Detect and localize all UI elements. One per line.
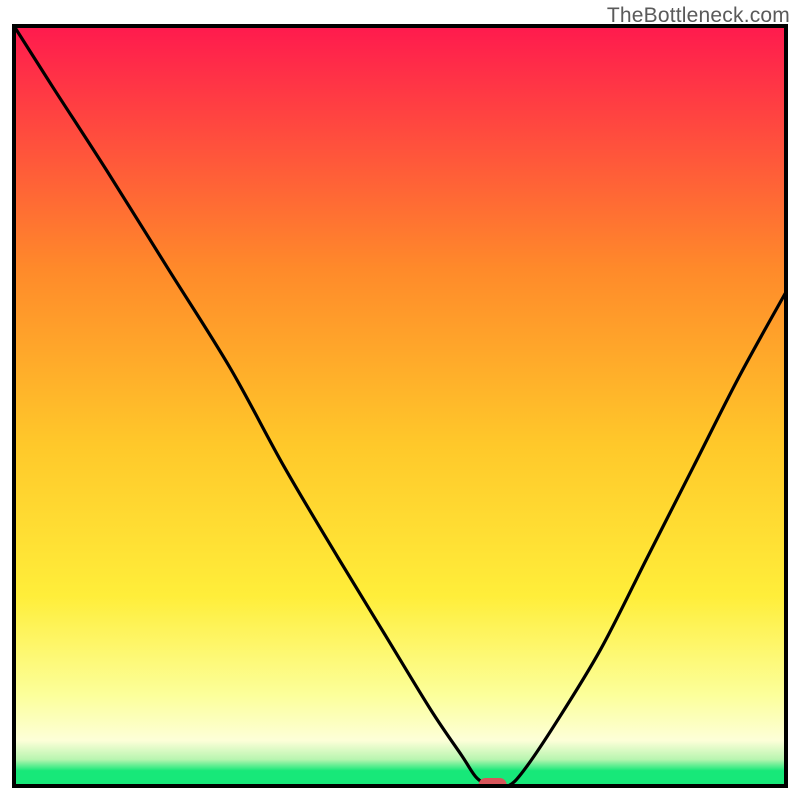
watermark-text: TheBottleneck.com: [607, 4, 790, 28]
plot-background: [14, 26, 786, 786]
bottleneck-chart: [0, 0, 800, 800]
chart-container: TheBottleneck.com: [0, 0, 800, 800]
